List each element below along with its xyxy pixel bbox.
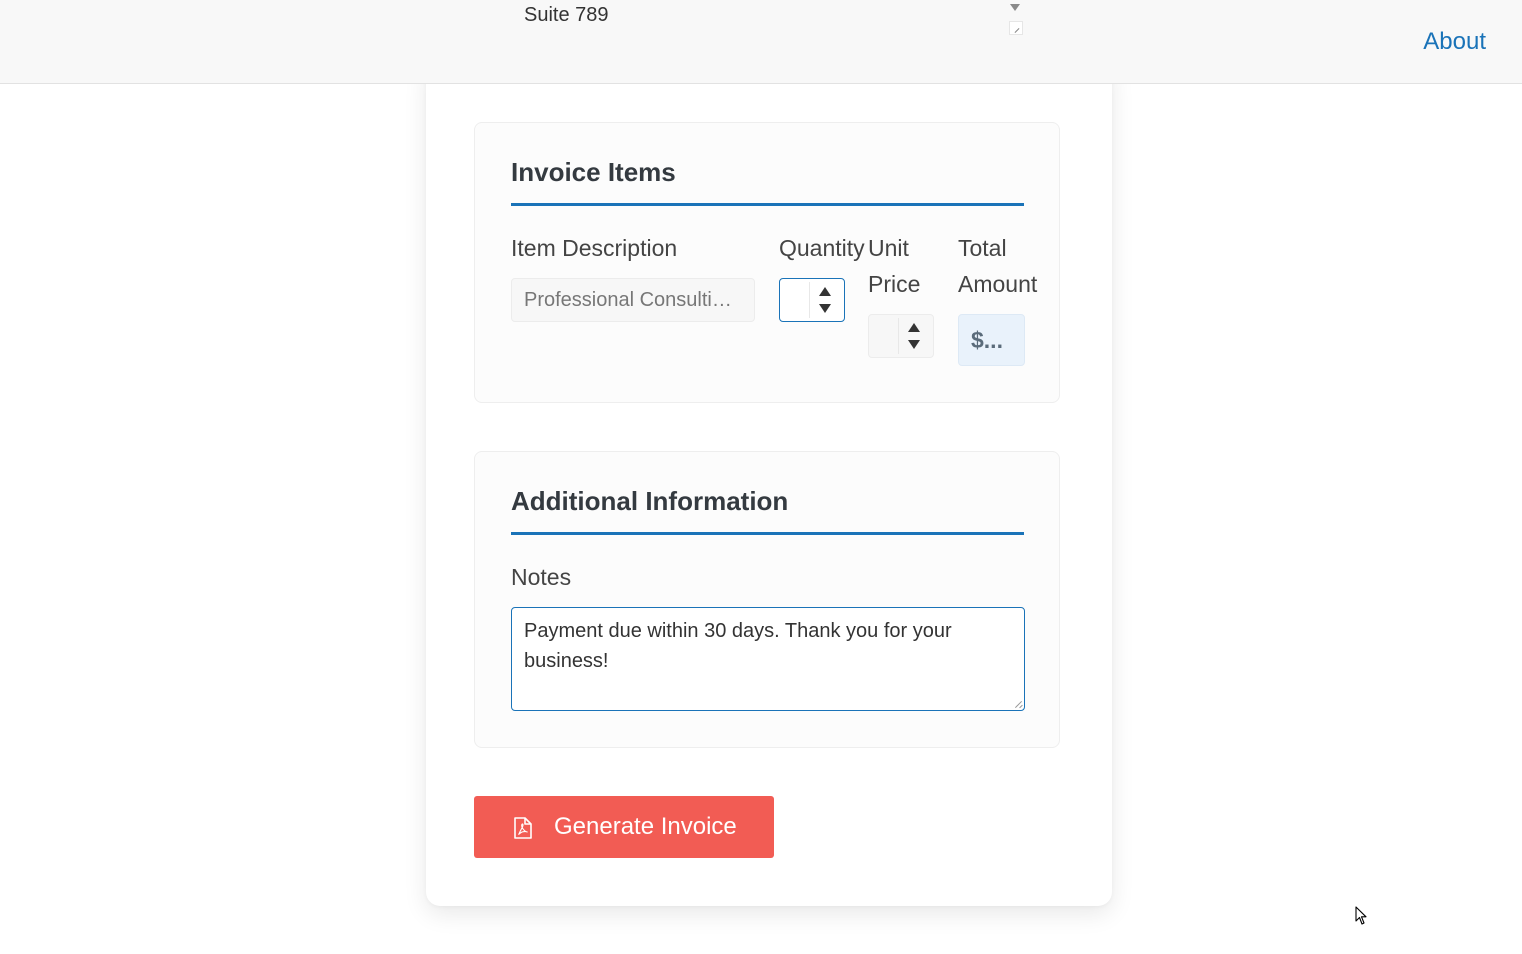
pdf-file-icon — [514, 817, 532, 846]
mouse-pointer-icon — [1355, 906, 1369, 931]
notes-text: Payment due within 30 days. Thank you fo… — [524, 620, 952, 672]
total-amount-value: $... — [958, 314, 1025, 366]
address-line: Suite 789 — [524, 4, 609, 26]
top-bar: Suite 789 About — [0, 0, 1522, 84]
additional-information-title: Additional Information — [511, 486, 789, 516]
section-divider — [511, 532, 1024, 535]
unit-price-label-line2: Price — [868, 271, 921, 297]
resize-handle-icon[interactable] — [1009, 21, 1023, 35]
additional-information-section: Additional Information Notes Payment due… — [474, 451, 1060, 748]
invoice-items-section: Invoice Items Item Description Quantity … — [474, 122, 1060, 403]
scroll-down-arrow-icon[interactable] — [1010, 4, 1020, 11]
generate-invoice-button[interactable]: Generate Invoice — [474, 796, 774, 858]
generate-invoice-label: Generate Invoice — [554, 813, 737, 840]
unit-price-input[interactable] — [868, 314, 934, 358]
notes-textarea[interactable]: Payment due within 30 days. Thank you fo… — [511, 607, 1025, 711]
increment-arrow-icon[interactable] — [908, 323, 920, 332]
total-amount-label-line2: Amount — [958, 271, 1038, 297]
quantity-label: Quantity — [779, 235, 865, 261]
quantity-input[interactable] — [779, 278, 845, 322]
textarea-resize-icon[interactable] — [1014, 700, 1022, 708]
notes-label: Notes — [511, 564, 572, 590]
unit-price-stepper[interactable] — [898, 318, 929, 354]
item-description-label: Item Description — [511, 235, 678, 261]
unit-price-label-line1: Unit — [868, 235, 909, 261]
quantity-stepper[interactable] — [809, 282, 840, 318]
section-divider — [511, 203, 1024, 206]
increment-arrow-icon[interactable] — [819, 287, 831, 296]
about-link[interactable]: About — [1423, 28, 1486, 56]
decrement-arrow-icon[interactable] — [908, 340, 920, 349]
item-description-input[interactable]: Professional Consulting Services — [511, 278, 755, 322]
invoice-items-title: Invoice Items — [511, 157, 676, 187]
decrement-arrow-icon[interactable] — [819, 304, 831, 313]
total-amount-label-line1: Total — [958, 235, 1007, 261]
